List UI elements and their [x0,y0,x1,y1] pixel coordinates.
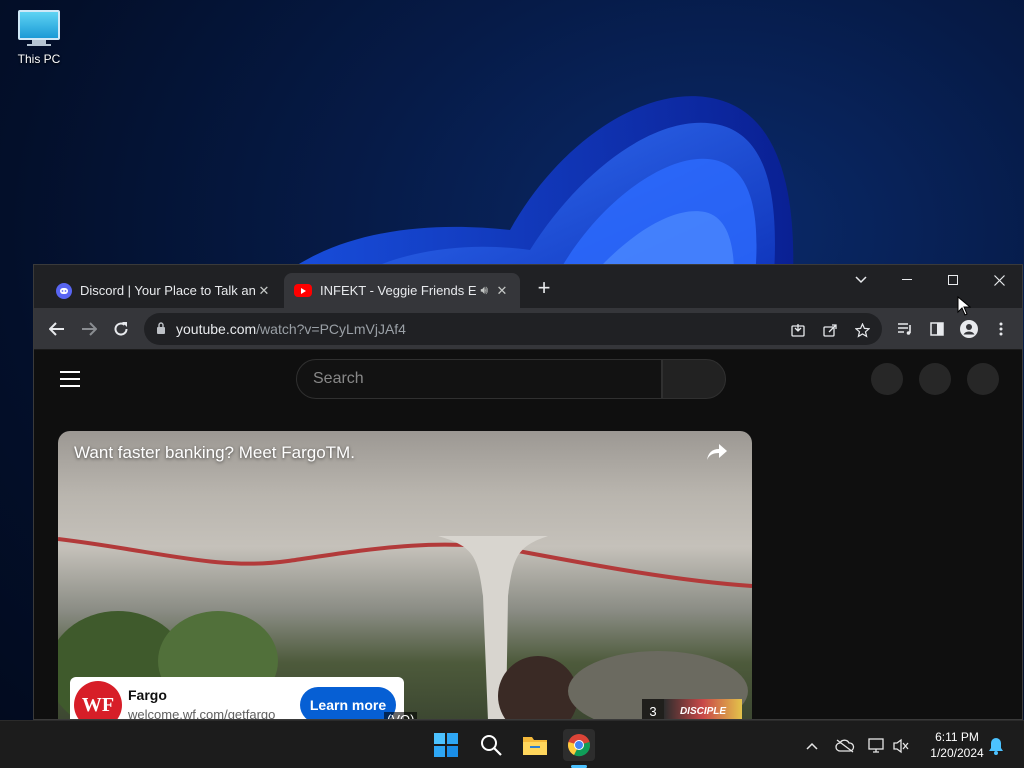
install-app-icon[interactable] [788,320,808,340]
desktop-icon-this-pc[interactable]: This PC [10,10,68,66]
windows-logo-icon [434,733,458,757]
tab-discord[interactable]: Discord | Your Place to Talk and Hang Ou… [46,273,282,308]
share-icon[interactable] [820,320,840,340]
taskbar: 6:11 PM 1/20/2024 [0,720,1024,768]
video-player[interactable]: Want faster banking? Meet FargoTM. WF Fa… [58,431,752,720]
up-next-preview[interactable]: 3 DISCIPLE [642,699,742,719]
notification-bell-icon[interactable] [985,735,1007,757]
search-placeholder: Search [313,370,364,387]
share-arrow-icon[interactable] [706,443,728,467]
next-video-thumbnail: DISCIPLE [664,699,742,719]
reload-icon[interactable] [108,316,134,342]
chevron-down-icon[interactable] [838,265,884,295]
wf-logo: WF [74,681,122,719]
discord-icon [56,282,72,299]
back-icon[interactable] [44,316,70,342]
tab-title: INFEKT - Veggie Friends EP [ [320,283,477,298]
chevron-up-icon[interactable] [801,735,823,757]
youtube-page: Search Want faster banking? Meet FargoTM… [34,351,1022,720]
volume-muted-icon[interactable] [890,735,912,757]
side-panel-icon[interactable] [924,316,950,342]
media-controls-icon[interactable] [892,316,918,342]
network-icon[interactable] [866,735,888,757]
browser-window: Discord | Your Place to Talk and Hang Ou… [33,264,1023,720]
tab-youtube[interactable]: INFEKT - Veggie Friends EP [ 🔊︎ ✕ [284,273,520,308]
countdown: 3 [642,699,664,719]
close-tab-icon[interactable]: ✕ [494,283,510,299]
ad-card[interactable]: WF Fargo welcome.wf.com/getfargo Learn m… [70,677,404,720]
learn-more-button[interactable]: Learn more [300,687,396,719]
account-avatar[interactable] [967,363,999,395]
close-window-button[interactable] [976,265,1022,295]
youtube-icon [294,284,312,297]
mouse-cursor-icon [957,296,971,316]
tab-strip: Discord | Your Place to Talk and Hang Ou… [34,265,1022,308]
ad-url: welcome.wf.com/getfargo [128,707,276,720]
search-button[interactable] [662,359,726,399]
search-icon[interactable] [475,729,507,761]
notifications-button[interactable] [919,363,951,395]
start-button[interactable] [430,729,462,761]
chrome-taskbar-icon[interactable] [563,729,595,761]
close-tab-icon[interactable]: ✕ [256,283,272,299]
minimize-button[interactable] [884,265,930,295]
search-input[interactable]: Search [296,359,662,399]
create-button[interactable] [871,363,903,395]
ad-brand: Fargo [128,687,167,703]
tab-title: Discord | Your Place to Talk and Hang Ou… [80,283,256,298]
onedrive-offline-icon[interactable] [834,735,856,757]
url-host: youtube.com [176,321,257,337]
bookmark-star-icon[interactable] [852,320,872,340]
desktop-icon-label: This PC [17,52,61,66]
browser-toolbar: youtube.com/watch?v=PCyLmVjJAf4 [34,308,1022,350]
forward-icon[interactable] [76,316,102,342]
hamburger-menu-icon[interactable] [60,371,80,392]
lock-icon [156,321,176,337]
ad-title: Want faster banking? Meet FargoTM. [74,443,355,462]
kebab-menu-icon[interactable] [988,316,1014,342]
monitor-icon [18,10,60,40]
maximize-button[interactable] [930,265,976,295]
profile-avatar-icon[interactable] [956,316,982,342]
caption-text: (VO) [384,712,418,719]
url-path: /watch?v=PCyLmVjJAf4 [256,321,406,337]
new-tab-button[interactable]: + [532,277,556,301]
file-explorer-icon[interactable] [519,729,551,761]
speaker-icon[interactable]: 🔊︎ [480,283,488,298]
address-bar[interactable]: youtube.com/watch?v=PCyLmVjJAf4 [144,313,882,345]
